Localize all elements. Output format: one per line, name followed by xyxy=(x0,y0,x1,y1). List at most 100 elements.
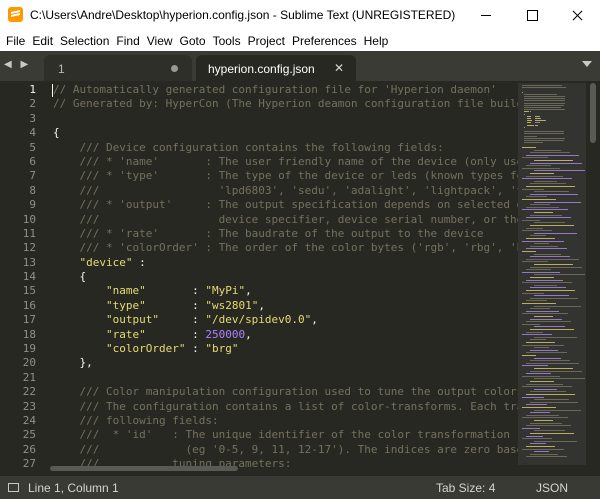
minimap-line xyxy=(530,152,570,153)
minimap[interactable] xyxy=(518,83,586,473)
vertical-scrollbar[interactable] xyxy=(590,83,596,143)
minimap-line xyxy=(526,217,571,218)
minimap-line xyxy=(526,311,559,312)
minimap-line xyxy=(534,222,565,223)
minimap-line xyxy=(527,116,531,117)
tab-size-selector[interactable]: Tab Size: 4 xyxy=(436,481,495,495)
code-line[interactable]: // Generated by: HyperCon (The Hyperion … xyxy=(53,97,518,111)
minimap-line xyxy=(530,246,558,247)
tab-dropdown-icon[interactable] xyxy=(582,61,592,67)
minimap-line xyxy=(530,308,550,309)
code-line[interactable]: /// Device configuration contains the fo… xyxy=(53,141,518,155)
code-line[interactable]: /// * 'type' : The type of the device or… xyxy=(53,169,518,183)
tab-close-icon[interactable]: ✕ xyxy=(334,61,344,75)
code-line[interactable]: /// * 'id' : The unique identifier of th… xyxy=(53,428,518,442)
minimize-button[interactable] xyxy=(463,0,509,31)
code-line[interactable]: { xyxy=(53,270,518,284)
line-number: 3 xyxy=(29,111,36,125)
syntax-selector[interactable]: JSON xyxy=(536,481,568,495)
minimap-line xyxy=(530,298,578,299)
minimap-line xyxy=(524,114,525,115)
code-line[interactable]: /// Color manipulation configuration use… xyxy=(53,385,518,399)
code-line[interactable]: // Automatically generated configuration… xyxy=(53,83,518,97)
minimap-line xyxy=(534,191,569,192)
code-area[interactable]: // Automatically generated configuration… xyxy=(53,83,518,472)
menu-project[interactable]: Project xyxy=(248,34,285,48)
line-number: 12 xyxy=(22,241,36,255)
code-line[interactable] xyxy=(53,371,518,385)
code-line[interactable]: "type" : "ws2801", xyxy=(53,299,518,313)
code-line[interactable]: "colorOrder" : "brg" xyxy=(53,342,518,356)
maximize-button[interactable] xyxy=(509,0,555,31)
code-line[interactable]: /// * 'output' : The output specificatio… xyxy=(53,198,518,212)
code-line[interactable]: "name" : "MyPi", xyxy=(53,284,518,298)
minimap-line xyxy=(534,295,569,296)
unsaved-dot-icon[interactable] xyxy=(171,65,178,72)
menu-view[interactable]: View xyxy=(147,34,173,48)
line-number: 11 xyxy=(22,226,36,240)
minimap-line xyxy=(524,140,564,141)
minimap-line xyxy=(526,248,567,249)
code-editor[interactable]: 1 2 3 4 5 6 7 8 9 10 11 12 13 14 15 16 17 18 19 20 21 22 23 24 2… xyxy=(0,81,600,476)
tab-untitled-1[interactable]: 1 xyxy=(44,55,192,81)
minimap-line xyxy=(530,443,546,444)
minimap-line xyxy=(524,105,564,106)
minimap-line xyxy=(530,256,570,257)
minimap-line xyxy=(539,116,540,117)
code-line[interactable]: /// following fields: xyxy=(53,414,518,428)
menu-tools[interactable]: Tools xyxy=(213,34,241,48)
sublime-text-icon xyxy=(8,7,23,22)
menu-selection[interactable]: Selection xyxy=(60,34,109,48)
minimap-line xyxy=(534,243,549,244)
code-line[interactable]: "output" : "/dev/spidev0.0", xyxy=(53,313,518,327)
minimap-line xyxy=(534,389,557,390)
minimap-line xyxy=(522,189,544,190)
code-line[interactable]: /// device specifier, device serial numb… xyxy=(53,213,518,227)
menu-find[interactable]: Find xyxy=(116,34,139,48)
code-line[interactable]: /// * 'name' : The user friendly name of… xyxy=(53,155,518,169)
tab-bar: ◀ ▶ 1 hyperion.config.json ✕ xyxy=(0,51,600,81)
line-number: 2 xyxy=(29,97,36,111)
tab-navigation-arrows-icon[interactable]: ◀ ▶ xyxy=(4,59,31,70)
close-button[interactable] xyxy=(554,0,600,31)
minimap-line xyxy=(522,293,544,294)
code-token: "ws2801" xyxy=(205,298,259,312)
code-line[interactable]: "rate" : 250000, xyxy=(53,328,518,342)
code-line[interactable]: { xyxy=(53,126,518,140)
minimap-line xyxy=(524,142,543,143)
code-line[interactable]: /// * 'rate' : The baudrate of the outpu… xyxy=(53,227,518,241)
panel-toggle-icon[interactable] xyxy=(8,483,19,492)
code-line[interactable]: "device" : xyxy=(53,256,518,270)
code-token: , xyxy=(245,284,252,298)
code-token: { xyxy=(53,126,60,140)
menu-edit[interactable]: Edit xyxy=(32,34,53,48)
code-line[interactable] xyxy=(53,112,518,126)
code-token: /// * 'name' : The user friendly name of… xyxy=(53,154,518,168)
menu-help[interactable]: Help xyxy=(364,34,389,48)
code-line[interactable]: }, xyxy=(53,356,518,370)
minimap-line xyxy=(522,324,540,325)
horizontal-scrollbar[interactable] xyxy=(50,466,238,471)
code-line[interactable]: /// The configuration contains a list of… xyxy=(53,400,518,414)
minimap-line xyxy=(534,170,585,171)
menu-goto[interactable]: Goto xyxy=(180,34,206,48)
line-number: 17 xyxy=(22,313,36,327)
code-token: "brg" xyxy=(205,342,239,356)
code-token: "output" xyxy=(105,313,159,327)
menu-preferences[interactable]: Preferences xyxy=(292,34,357,48)
minimap-line xyxy=(522,272,560,273)
tab-hyperion-config[interactable]: hyperion.config.json ✕ xyxy=(196,55,356,81)
code-line[interactable]: /// (eg '0-5, 9, 11, 12-17'). The indice… xyxy=(53,443,518,457)
minimap-line xyxy=(526,436,543,437)
minimap-line xyxy=(530,381,554,382)
code-token: : xyxy=(132,255,146,269)
menu-file[interactable]: File xyxy=(6,34,25,48)
minimap-line xyxy=(534,233,577,234)
code-line[interactable]: /// * 'colorOrder' : The order of the co… xyxy=(53,241,518,255)
code-token: : xyxy=(158,313,206,327)
code-token: "MyPi" xyxy=(205,284,246,298)
code-line[interactable]: /// 'lpd6803', 'sedu', 'adalight', 'ligh… xyxy=(53,184,518,198)
code-token: // Generated by: HyperCon (The Hyperion … xyxy=(53,97,518,111)
